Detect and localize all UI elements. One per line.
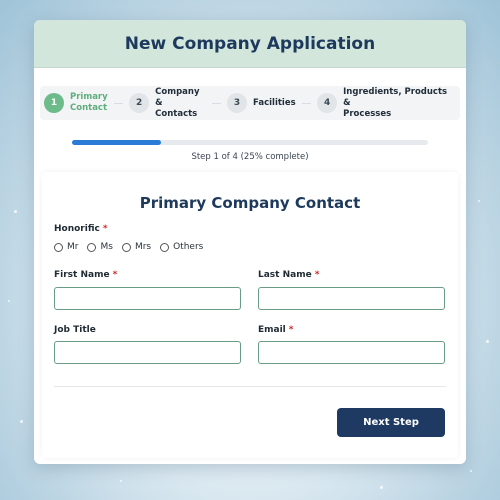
required-mark: *: [112, 270, 118, 280]
step-3[interactable]: 3 Facilities: [227, 93, 296, 113]
card-header: New Company Application: [34, 20, 466, 68]
background-sparkle: [478, 200, 480, 202]
form-divider: [54, 386, 446, 387]
section-title: Primary Company Contact: [139, 194, 361, 212]
background-sparkle: [486, 340, 489, 343]
required-mark: *: [288, 325, 294, 335]
required-mark: *: [102, 224, 108, 234]
job-title-input[interactable]: [54, 341, 241, 364]
step-4[interactable]: 4 Ingredients, Products & Processes: [317, 87, 450, 120]
step-number: 4: [317, 93, 338, 113]
required-mark: *: [314, 270, 320, 280]
step-connector: [301, 102, 312, 104]
step-2[interactable]: 2 Company & Contacts: [129, 87, 205, 120]
primary-contact-section: Primary Company Contact Honorific * Mr Ms…: [42, 172, 458, 458]
step-1[interactable]: 1 Primary Contact: [44, 92, 108, 114]
last-name-label: Last Name *: [258, 270, 320, 280]
first-name-input[interactable]: [54, 287, 241, 310]
background-sparkle: [20, 420, 23, 423]
step-label: Primary Contact: [70, 92, 108, 113]
radio-button[interactable]: [160, 242, 170, 252]
step-connector: [211, 102, 222, 104]
step-indicator: 1 Primary Contact 2 Company & Contacts 3 F…: [40, 86, 460, 120]
background-sparkle: [8, 300, 10, 302]
progress-fill: [72, 140, 161, 145]
background-sparkle: [380, 486, 383, 489]
honorific-label: Honorific *: [54, 224, 108, 234]
background-sparkle: [14, 210, 17, 213]
first-name-label: First Name *: [54, 270, 118, 280]
last-name-input[interactable]: [258, 287, 445, 310]
step-number: 1: [44, 93, 64, 113]
radio-others[interactable]: Others: [160, 242, 203, 252]
email-input[interactable]: [258, 341, 445, 364]
radio-mr[interactable]: Mr: [54, 242, 78, 252]
progress-text: Step 1 of 4 (25% complete): [191, 152, 309, 162]
step-connector: [113, 102, 124, 104]
step-label: Ingredients, Products & Processes: [343, 86, 448, 119]
radio-button[interactable]: [54, 242, 63, 252]
step-number: 3: [227, 93, 248, 113]
next-step-button[interactable]: Next Step: [337, 408, 445, 437]
application-card: New Company Application 1 Primary Contact…: [34, 20, 466, 464]
background-sparkle: [120, 480, 122, 482]
radio-mrs[interactable]: Mrs: [121, 242, 151, 252]
step-label: Facilities: [253, 97, 296, 108]
radio-ms[interactable]: Ms: [87, 242, 113, 252]
progress-bar: [72, 140, 428, 145]
radio-button[interactable]: [87, 242, 97, 252]
step-label: Company & Contacts: [155, 86, 200, 119]
step-number: 2: [129, 93, 150, 113]
job-title-label: Job Title: [54, 325, 96, 335]
honorific-radio-group: Mr Ms Mrs Others: [54, 242, 212, 252]
page-title: New Company Application: [124, 33, 376, 54]
background-sparkle: [470, 470, 472, 472]
radio-button[interactable]: [121, 242, 131, 252]
email-label: Email *: [258, 325, 294, 335]
